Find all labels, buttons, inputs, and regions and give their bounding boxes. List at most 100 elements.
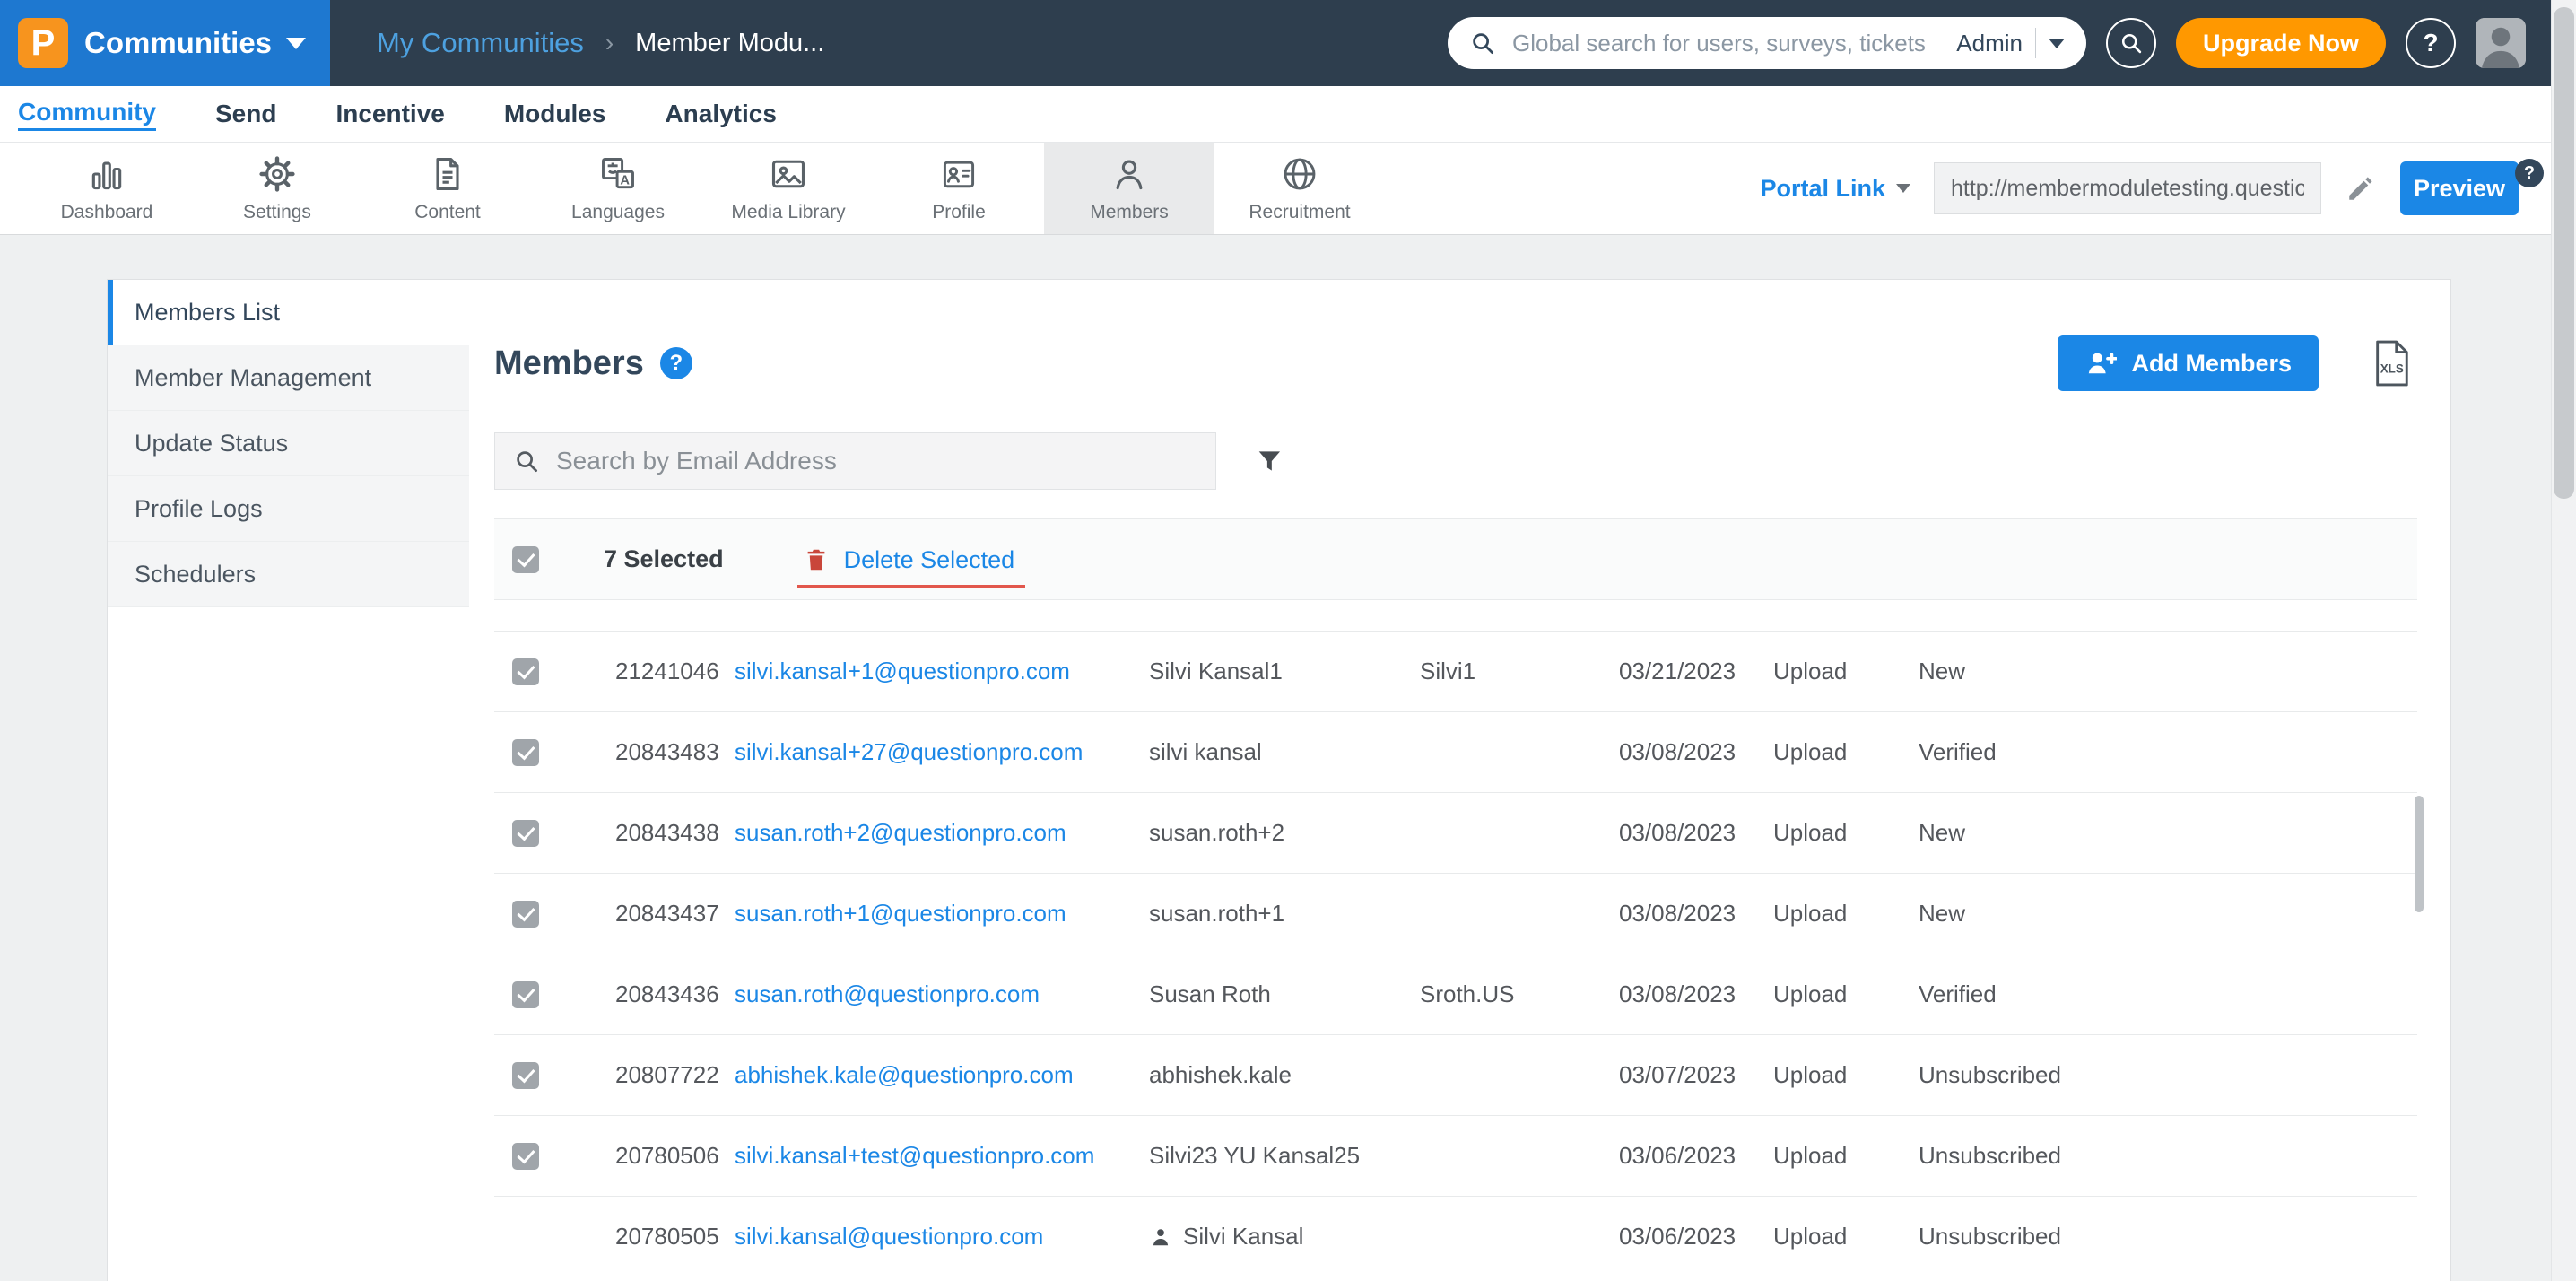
portal-url-input[interactable] bbox=[1934, 162, 2321, 214]
member-email-link[interactable]: susan.roth+1@questionpro.com bbox=[735, 900, 1149, 928]
avatar[interactable] bbox=[2476, 18, 2526, 68]
member-id: 21241046 bbox=[615, 658, 719, 684]
member-status: Unsubscribed bbox=[1919, 1061, 2061, 1088]
row-checkbox[interactable] bbox=[512, 900, 539, 928]
member-name: Silvi Kansal1 bbox=[1149, 658, 1420, 685]
search-icon bbox=[517, 451, 537, 472]
nav-item-modules[interactable]: Modules bbox=[504, 100, 606, 128]
sidebar-item-update-status[interactable]: Update Status bbox=[108, 411, 469, 476]
select-all-checkbox[interactable] bbox=[512, 545, 539, 573]
members-panel: Members ? Add Members XLS 7 Selected bbox=[469, 280, 2450, 1281]
user-photo bbox=[2476, 18, 2526, 68]
topbar-actions: Admin Upgrade Now ? bbox=[1447, 17, 2576, 69]
member-email-link[interactable]: silvi.kansal+27@questionpro.com bbox=[735, 738, 1149, 766]
selected-count: 7 Selected bbox=[604, 545, 724, 572]
table-row: 20780506 silvi.kansal+test@questionpro.c… bbox=[494, 1116, 2417, 1197]
person-plus-icon bbox=[2089, 353, 2118, 374]
member-status: Verified bbox=[1919, 738, 1997, 765]
toolbar-item-label: Members bbox=[1090, 201, 1169, 222]
row-checkbox[interactable] bbox=[512, 658, 539, 685]
table-scrollbar[interactable] bbox=[2415, 796, 2424, 912]
chevron-down-icon bbox=[286, 37, 307, 49]
nav-item-analytics[interactable]: Analytics bbox=[665, 100, 777, 128]
toolbar-item-dashboard[interactable]: Dashboard bbox=[22, 143, 192, 234]
member-source: Upload bbox=[1773, 1142, 1848, 1169]
member-email-link[interactable]: susan.roth@questionpro.com bbox=[735, 980, 1149, 1008]
search-icon bbox=[1473, 33, 1493, 54]
member-name: Silvi23 YU Kansal25 bbox=[1149, 1142, 1420, 1170]
member-join-date: 03/08/2023 bbox=[1619, 819, 1736, 846]
members-table: 21241046 silvi.kansal+1@questionpro.com … bbox=[494, 631, 2417, 1277]
members-help-icon[interactable]: ? bbox=[659, 347, 692, 379]
funnel-icon bbox=[1258, 451, 1281, 471]
member-email-link[interactable]: silvi.kansal+test@questionpro.com bbox=[735, 1142, 1149, 1170]
portal-link-group: Portal Link Preview bbox=[1760, 143, 2576, 234]
member-email-link[interactable]: abhishek.kale@questionpro.com bbox=[735, 1061, 1149, 1089]
member-name-text: susan.roth+2 bbox=[1149, 819, 1285, 846]
member-name-text: Silvi Kansal bbox=[1183, 1223, 1304, 1250]
preview-help-icon[interactable]: ? bbox=[2515, 159, 2544, 187]
row-checkbox[interactable] bbox=[512, 1142, 539, 1170]
toolbar-item-languages[interactable]: A Languages bbox=[533, 143, 703, 234]
member-join-date: 03/08/2023 bbox=[1619, 980, 1736, 1007]
upgrade-button[interactable]: Upgrade Now bbox=[2175, 18, 2386, 68]
member-email-link[interactable]: susan.roth+2@questionpro.com bbox=[735, 819, 1149, 847]
preview-button[interactable]: Preview bbox=[2400, 161, 2519, 215]
toolbar-item-label: Dashboard bbox=[60, 201, 153, 222]
chevron-down-icon bbox=[2048, 38, 2065, 48]
table-row: 20807722 abhishek.kale@questionpro.com a… bbox=[494, 1035, 2417, 1116]
nav-item-incentive[interactable]: Incentive bbox=[335, 100, 444, 128]
selection-bar: 7 Selected Delete Selected bbox=[494, 518, 2417, 600]
sidebar-item-profile-logs[interactable]: Profile Logs bbox=[108, 476, 469, 542]
row-checkbox[interactable] bbox=[512, 980, 539, 1008]
filter-button[interactable] bbox=[1254, 446, 1284, 476]
toolbar-item-label: Recruitment bbox=[1249, 201, 1351, 222]
member-id: 20780506 bbox=[615, 1142, 719, 1169]
sidebar-item-schedulers[interactable]: Schedulers bbox=[108, 542, 469, 607]
content-card: Members List Member Management Update St… bbox=[107, 279, 2451, 1281]
toolbar-item-media-library[interactable]: Media Library bbox=[703, 143, 874, 234]
toolbar-item-settings[interactable]: Settings bbox=[192, 143, 362, 234]
member-name-text: Silvi Kansal1 bbox=[1149, 658, 1283, 684]
export-xls-button[interactable]: XLS bbox=[2371, 339, 2412, 388]
translate-icon: A bbox=[602, 157, 634, 188]
member-source: Upload bbox=[1773, 980, 1848, 1007]
member-join-date: 03/06/2023 bbox=[1619, 1223, 1736, 1250]
member-search-input[interactable] bbox=[554, 446, 1197, 476]
add-members-button[interactable]: Add Members bbox=[2058, 336, 2319, 391]
nav-item-send[interactable]: Send bbox=[215, 100, 276, 128]
delete-selected-button[interactable]: Delete Selected bbox=[796, 546, 1026, 588]
svg-text:XLS: XLS bbox=[2380, 362, 2404, 376]
global-search-input[interactable] bbox=[1510, 28, 1943, 58]
help-button[interactable]: ? bbox=[2406, 18, 2456, 68]
toolbar-item-members[interactable]: Members bbox=[1044, 143, 1214, 234]
member-name-text: silvi kansal bbox=[1149, 738, 1262, 765]
breadcrumb-parent-link[interactable]: My Communities bbox=[377, 27, 584, 59]
id-card-icon bbox=[943, 161, 975, 187]
toolbar-item-content[interactable]: Content bbox=[362, 143, 533, 234]
app-logo-button[interactable]: P Communities bbox=[0, 0, 330, 86]
sidebar-item-member-management[interactable]: Member Management bbox=[108, 345, 469, 411]
row-checkbox[interactable] bbox=[512, 1061, 539, 1089]
member-id: 20843436 bbox=[615, 980, 719, 1007]
nav-item-community[interactable]: Community bbox=[18, 98, 156, 131]
search-button[interactable] bbox=[2105, 18, 2156, 68]
page-scrollbar-thumb[interactable] bbox=[2554, 7, 2574, 499]
member-email-link[interactable]: silvi.kansal+1@questionpro.com bbox=[735, 658, 1149, 685]
member-status: Unsubscribed bbox=[1919, 1223, 2061, 1250]
sidebar-item-members-list[interactable]: Members List bbox=[108, 280, 469, 345]
member-source: Upload bbox=[1773, 1061, 1848, 1088]
bar-chart-icon bbox=[91, 161, 122, 189]
member-search-box bbox=[494, 432, 1216, 490]
toolbar-item-profile[interactable]: Profile bbox=[874, 143, 1044, 234]
row-checkbox[interactable] bbox=[512, 738, 539, 766]
toolbar-item-label: Profile bbox=[932, 201, 986, 222]
member-source: Upload bbox=[1773, 900, 1848, 927]
row-checkbox[interactable] bbox=[512, 819, 539, 847]
edit-portal-button[interactable] bbox=[2345, 172, 2377, 205]
toolbar-item-recruitment[interactable]: Recruitment bbox=[1214, 143, 1385, 234]
search-scope-select[interactable]: Admin bbox=[1956, 28, 2065, 58]
member-email-link[interactable]: silvi.kansal@questionpro.com bbox=[735, 1223, 1149, 1250]
toolbar-item-label: Media Library bbox=[731, 201, 846, 222]
portal-link-dropdown[interactable]: Portal Link bbox=[1760, 175, 1910, 203]
